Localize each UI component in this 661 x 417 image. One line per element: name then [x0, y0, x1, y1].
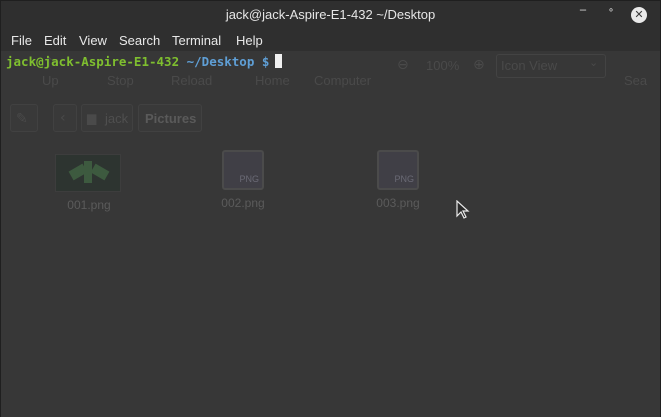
menu-help[interactable]: Help: [236, 33, 263, 48]
file-thumbnail: [55, 154, 121, 192]
file-thumbnail: PNG: [377, 150, 419, 190]
toolbar-home-label: Home: [255, 73, 290, 88]
title-bar[interactable]: jack@jack-Aspire-E1-432 ~/Desktop ‾ ˚ ✕: [1, 1, 660, 29]
file-name: 003.png: [376, 196, 420, 210]
file-type-badge: PNG: [239, 174, 259, 184]
terminal-window: jack@jack-Aspire-E1-432 ~/Desktop ‾ ˚ ✕ …: [0, 0, 661, 417]
file-item: PNG 003.png: [366, 150, 430, 210]
toolbar-computer-label: Computer: [314, 73, 372, 88]
maximize-button[interactable]: ˚: [601, 5, 621, 25]
zoom-out-icon: ⊖: [397, 57, 409, 73]
menu-file[interactable]: File: [11, 33, 32, 48]
mouse-pointer-icon: [456, 200, 470, 219]
file-type-badge: PNG: [394, 174, 414, 184]
shell-prompt: jack@jack-Aspire-E1-432 ~/Desktop $: [6, 54, 283, 69]
menu-terminal[interactable]: Terminal: [172, 33, 221, 48]
back-icon: ‹: [60, 110, 66, 126]
prompt-user-host: jack@jack-Aspire-E1-432: [6, 54, 180, 69]
toolbar-reload-label: Reload: [171, 73, 213, 88]
chevron-down-icon: ⌄: [589, 56, 599, 69]
file-item: PNG 002.png: [211, 150, 275, 210]
edit-icon: ✎: [16, 111, 28, 127]
file-name: 001.png: [67, 198, 111, 212]
menu-view[interactable]: View: [79, 33, 107, 48]
file-name: 002.png: [221, 196, 265, 210]
prompt-cwd: ~/Desktop: [186, 54, 255, 69]
search-label: Sea: [624, 73, 648, 88]
zoom-level: 100%: [426, 58, 460, 73]
text-cursor: [275, 54, 283, 68]
menu-bar: File Edit View Search Terminal Help: [1, 29, 660, 51]
zoom-in-icon: ⊕: [473, 57, 485, 73]
toolbar-stop-label: Stop: [107, 73, 134, 88]
minimize-button[interactable]: ‾: [573, 5, 593, 25]
close-icon: ✕: [631, 7, 647, 23]
maximize-icon: ˚: [608, 8, 614, 22]
menu-search[interactable]: Search: [119, 33, 160, 48]
folder-icon: ▆: [87, 111, 97, 125]
breadcrumb-pictures-label: Pictures: [145, 111, 197, 126]
file-thumbnail: PNG: [222, 150, 264, 190]
menu-edit[interactable]: Edit: [44, 33, 66, 48]
minimize-icon: ‾: [580, 8, 586, 22]
window-title: jack@jack-Aspire-E1-432 ~/Desktop: [225, 7, 436, 22]
prompt-symbol: $: [261, 54, 270, 69]
file-item: 001.png: [55, 154, 123, 212]
toolbar-up-label: Up: [42, 73, 59, 88]
view-mode-label: Icon View: [501, 58, 558, 73]
terminal-area[interactable]: ↑ Up Stop Reload Home Computer ⊖ 100% ⊕ …: [1, 51, 660, 417]
breadcrumb-jack-label: jack: [105, 111, 129, 126]
close-button[interactable]: ✕: [629, 5, 649, 25]
